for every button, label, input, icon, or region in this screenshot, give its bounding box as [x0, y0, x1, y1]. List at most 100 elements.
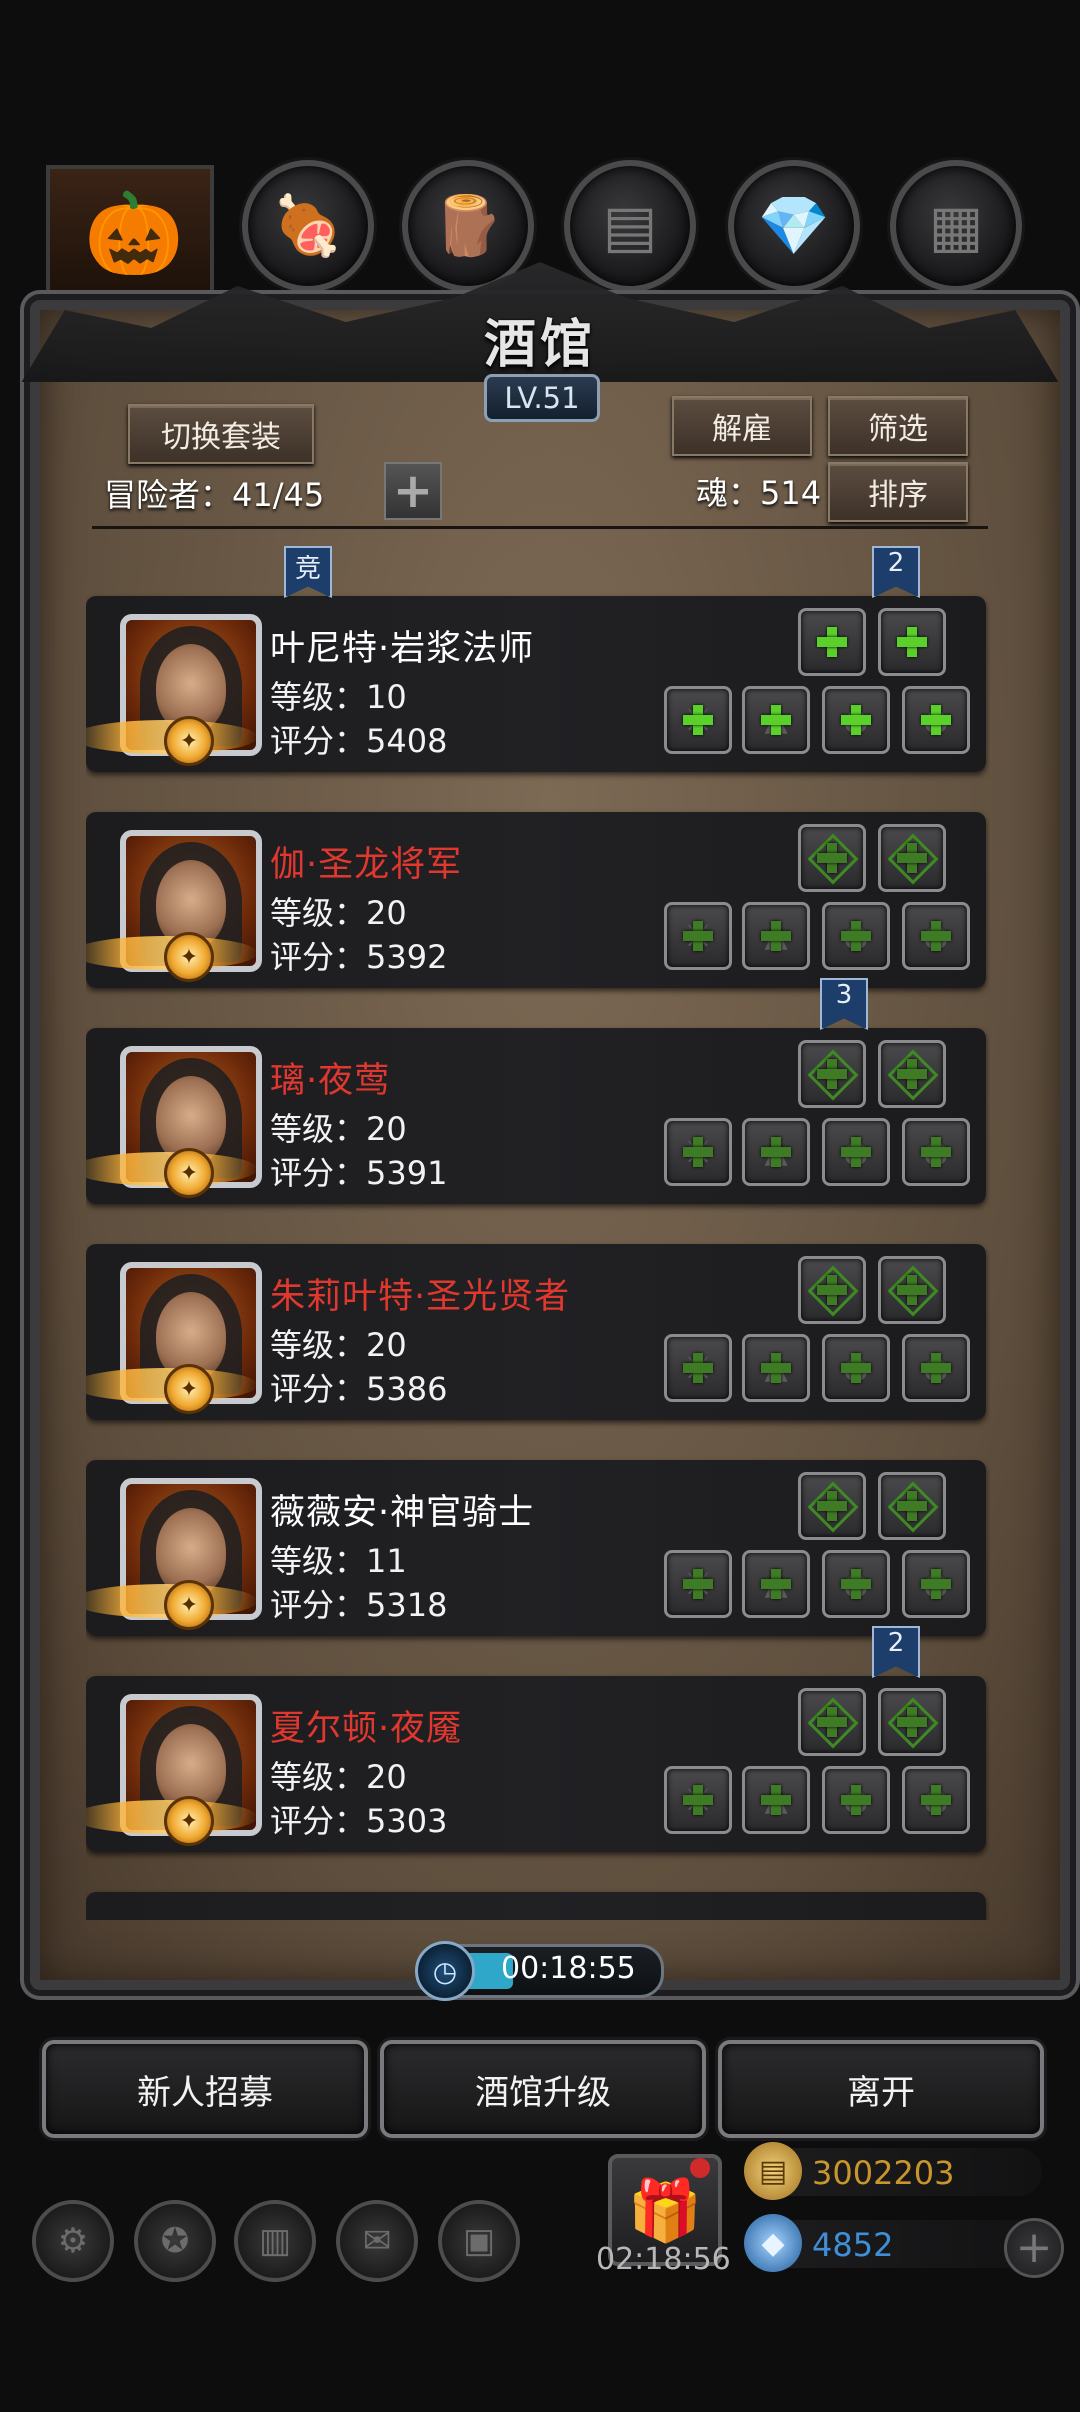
weapon-slot[interactable]: ⚔ — [664, 1766, 732, 1834]
ring-slot[interactable] — [878, 1688, 946, 1756]
boots-slot[interactable]: ● — [902, 686, 970, 754]
accessory-slot[interactable] — [798, 824, 866, 892]
plus-icon — [759, 919, 793, 953]
helmet-slot[interactable]: ● — [822, 1334, 890, 1402]
hero-name: 薇薇安·神官骑士 — [270, 1493, 535, 1533]
helmet-slot[interactable]: ● — [822, 902, 890, 970]
plus-icon — [815, 625, 849, 659]
armor-slot[interactable]: ▲ — [742, 1118, 810, 1186]
hero-score: 评分：5303 — [270, 1802, 448, 1840]
wood-icon: 🪵 — [431, 191, 505, 260]
gold-coin-icon: ▤ — [744, 2142, 802, 2200]
bag-icon[interactable]: ▣ — [438, 2200, 520, 2282]
armor-slot[interactable]: ▲ — [742, 1766, 810, 1834]
helmet-slot[interactable]: ● — [822, 686, 890, 754]
weapon-slot[interactable]: ⚔ — [664, 1118, 732, 1186]
weapon-slot[interactable]: ⚔ — [664, 1550, 732, 1618]
filter-button[interactable]: 筛选 — [828, 396, 968, 456]
plus-icon — [815, 1489, 849, 1523]
rank-medal-icon: ✦ — [164, 932, 214, 982]
plus-icon — [839, 703, 873, 737]
switch-outfit-button[interactable]: 切换套装 — [128, 404, 314, 464]
mail-icon[interactable]: ✉ — [336, 2200, 418, 2282]
plus-icon — [815, 841, 849, 875]
armor-slot[interactable]: ▲ — [742, 1550, 810, 1618]
plus-icon — [895, 1273, 929, 1307]
pumpkin-resource[interactable]: 🎃 — [46, 165, 214, 313]
weapon-slot[interactable]: ⚔ — [664, 686, 732, 754]
sort-button[interactable]: 排序 — [828, 462, 968, 522]
ring-slot[interactable] — [878, 1472, 946, 1540]
star-icon[interactable]: ✪ — [134, 2200, 216, 2282]
armor-slot[interactable]: ▲ — [742, 1334, 810, 1402]
ring-slot[interactable] — [878, 608, 946, 676]
ring-slot[interactable] — [878, 1256, 946, 1324]
gate-icon[interactable]: ▥ — [234, 2200, 316, 2282]
weapon-slot[interactable]: ⚔ — [664, 1334, 732, 1402]
boots-slot[interactable]: ● — [902, 902, 970, 970]
upgrade-tavern-button[interactable]: 酒馆升级 — [380, 2040, 706, 2138]
hero-row[interactable]: ✦ 叶尼特·岩浆法师 等级：10 评分：5408 ⚔ ▲ ● ● — [86, 596, 986, 772]
adventurer-count: 冒险者：41/45 — [104, 476, 325, 514]
plus-icon — [759, 703, 793, 737]
count-tag: 3 — [820, 978, 868, 1030]
plus-icon — [895, 625, 929, 659]
settings-icon[interactable]: ⚙ — [32, 2200, 114, 2282]
accessory-slot[interactable] — [798, 1472, 866, 1540]
armor-slot[interactable]: ▲ — [742, 902, 810, 970]
plus-icon — [839, 919, 873, 953]
stone-resource[interactable]: ▦ — [890, 160, 1022, 292]
accessory-slot[interactable] — [798, 1688, 866, 1756]
plus-icon — [895, 1489, 929, 1523]
helmet-slot[interactable]: ● — [822, 1118, 890, 1186]
leave-button[interactable]: 离开 — [718, 2040, 1044, 2138]
hero-level: 等级：20 — [270, 894, 407, 932]
boots-slot[interactable]: ● — [902, 1766, 970, 1834]
hero-name: 璃·夜莺 — [270, 1061, 391, 1101]
rank-medal-icon: ✦ — [164, 1580, 214, 1630]
plus-icon — [815, 1273, 849, 1307]
boots-slot[interactable]: ● — [902, 1334, 970, 1402]
meat-resource[interactable]: 🍖 — [242, 160, 374, 292]
weapon-slot[interactable]: ⚔ — [664, 902, 732, 970]
ring-slot[interactable] — [878, 1040, 946, 1108]
accessory-slot[interactable] — [798, 1040, 866, 1108]
iron-icon: ▤ — [602, 192, 658, 260]
wood-resource[interactable]: 🪵 — [402, 160, 534, 292]
plus-icon — [759, 1351, 793, 1385]
tavern-level-badge: LV.51 — [484, 374, 600, 422]
ring-slot[interactable] — [878, 824, 946, 892]
hero-list[interactable]: ✦ 叶尼特·岩浆法师 等级：10 评分：5408 ⚔ ▲ ● ● 竞 2 ✦ 伽·圣龙将军 等级：20 评… — [86, 540, 990, 1920]
pumpkin-icon: 🎃 — [84, 187, 184, 280]
hero-row[interactable]: ✦ 夏尔顿·夜魇 等级：20 评分：5303 ⚔ ▲ ● ● — [86, 1676, 986, 1852]
clock-icon: ◷ — [415, 1941, 475, 2001]
hero-row[interactable]: ✦ 伽·圣龙将军 等级：20 评分：5392 ⚔ ▲ ● ● — [86, 812, 986, 988]
iron-resource[interactable]: ▤ — [564, 160, 696, 292]
recruit-button[interactable]: 新人招募 — [42, 2040, 368, 2138]
plus-icon — [815, 1705, 849, 1739]
plus-icon — [759, 1783, 793, 1817]
boots-slot[interactable]: ● — [902, 1550, 970, 1618]
helmet-slot[interactable]: ● — [822, 1550, 890, 1618]
boots-slot[interactable]: ● — [902, 1118, 970, 1186]
page-title: 酒馆 — [483, 314, 596, 375]
hero-row[interactable] — [86, 1892, 986, 1920]
expand-slots-button[interactable]: + — [384, 462, 442, 520]
accessory-slot[interactable] — [798, 608, 866, 676]
plus-icon — [919, 703, 953, 737]
helmet-slot[interactable]: ● — [822, 1766, 890, 1834]
accessory-slot[interactable] — [798, 1256, 866, 1324]
crystal-resource[interactable]: 💎 — [728, 160, 860, 292]
timer-text: 00:18:55 — [501, 1951, 636, 1986]
count-tag: 2 — [872, 546, 920, 598]
armor-slot[interactable]: ▲ — [742, 686, 810, 754]
divider — [92, 526, 988, 529]
plus-icon — [681, 1783, 715, 1817]
hero-row[interactable]: ✦ 朱莉叶特·圣光贤者 等级：20 评分：5386 ⚔ ▲ ● ● — [86, 1244, 986, 1420]
dismiss-button[interactable]: 解雇 — [672, 396, 812, 456]
hero-row[interactable]: ✦ 薇薇安·神官骑士 等级：11 评分：5318 ⚔ ▲ ● ● — [86, 1460, 986, 1636]
hero-row[interactable]: ✦ 璃·夜莺 等级：20 评分：5391 ⚔ ▲ ● ● — [86, 1028, 986, 1204]
plus-icon — [815, 1057, 849, 1091]
add-diamond-button[interactable]: + — [1004, 2218, 1064, 2278]
rank-medal-icon: ✦ — [164, 1796, 214, 1846]
